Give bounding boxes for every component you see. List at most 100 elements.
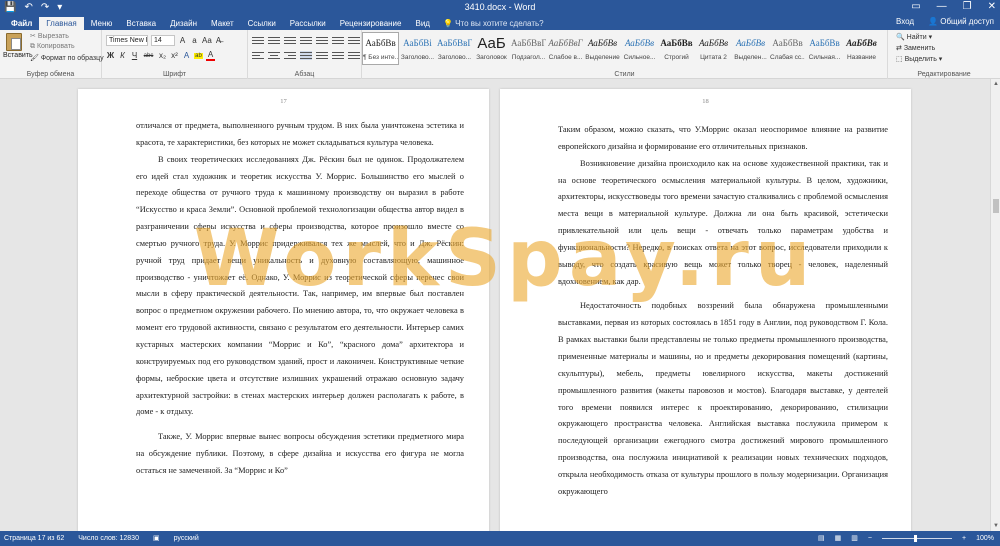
style-heading-2[interactable]: АаБбВвГ Заголово... xyxy=(436,32,473,65)
align-left-icon[interactable] xyxy=(252,51,264,60)
tab-design[interactable]: Дизайн xyxy=(163,17,204,30)
find-button[interactable]: 🔍 Найти ▾ xyxy=(896,33,932,41)
read-mode-icon[interactable]: ▤ xyxy=(818,531,825,546)
style-sample: АаБбВі xyxy=(403,38,432,48)
style-quote-2[interactable]: АаБбВв Цитата 2 xyxy=(695,32,732,65)
tab-home[interactable]: Главная xyxy=(39,17,84,30)
change-case-icon[interactable]: Aa xyxy=(202,36,212,45)
paragraph[interactable]: Недостаточность подобных воззрений была … xyxy=(558,298,888,500)
style-title[interactable]: АаБ Заголовок xyxy=(473,32,510,65)
paragraph[interactable]: Возникновение дизайна происходило как на… xyxy=(558,156,888,291)
paragraph[interactable]: Таким образом, можно сказать, что У.Морр… xyxy=(558,122,888,156)
document-area[interactable]: 17 отличался от предмета, выполненного р… xyxy=(0,79,1000,531)
language[interactable]: русский xyxy=(174,531,199,546)
zoom-slider[interactable] xyxy=(882,535,952,542)
tell-me-box[interactable]: 💡 Что вы хотите сделать? xyxy=(443,17,544,30)
page-text[interactable]: Таким образом, можно сказать, что У.Морр… xyxy=(558,122,888,501)
justify-icon[interactable] xyxy=(300,51,312,60)
style-subtitle[interactable]: АаБбВвГ Подзагол... xyxy=(510,32,547,65)
decrease-indent-icon[interactable] xyxy=(300,36,312,45)
pilcrow-icon[interactable] xyxy=(348,36,360,45)
ribbon-display-options-icon[interactable]: ▭ xyxy=(911,1,920,12)
style-intense-emphasis[interactable]: АаБбВв Сильное... xyxy=(621,32,658,65)
style-strong[interactable]: АаБбВв Строгий xyxy=(658,32,695,65)
grow-font-icon[interactable]: A xyxy=(178,36,187,45)
style-intense-reference[interactable]: АаБбВв Сильная... xyxy=(806,32,843,65)
italic-button[interactable]: К xyxy=(118,51,127,60)
replace-button[interactable]: ⇄ Заменить xyxy=(896,44,935,52)
style-heading-1[interactable]: АаБбВі Заголово... xyxy=(399,32,436,65)
style-intense-quote[interactable]: АаБбВв Выделен... xyxy=(732,32,769,65)
tab-menu[interactable]: Меню xyxy=(84,17,120,30)
scroll-down-icon[interactable]: ▼ xyxy=(991,521,1000,531)
paste-button[interactable]: Вставить xyxy=(3,33,33,59)
increase-indent-icon[interactable] xyxy=(316,36,328,45)
tab-file[interactable]: Файл xyxy=(4,17,40,30)
bullets-icon[interactable] xyxy=(252,36,264,45)
font-size-select[interactable]: 14 xyxy=(151,35,175,46)
style-sample: АаБ xyxy=(477,35,506,52)
scroll-thumb[interactable] xyxy=(993,199,999,213)
web-layout-icon[interactable]: ▥ xyxy=(851,531,858,546)
sign-in-link[interactable]: Вход xyxy=(896,17,914,26)
shrink-font-icon[interactable]: a xyxy=(190,36,199,45)
superscript-button[interactable]: x² xyxy=(170,51,179,60)
style-emphasis[interactable]: АаБбВв Выделение xyxy=(584,32,621,65)
tab-layout[interactable]: Макет xyxy=(204,17,241,30)
align-center-icon[interactable] xyxy=(268,51,280,60)
tab-mailings[interactable]: Рассылки xyxy=(283,17,333,30)
line-spacing-icon[interactable] xyxy=(316,51,328,60)
text-effects-button[interactable]: A xyxy=(182,51,191,60)
paragraph[interactable]: отличался от предмета, выполненного ручн… xyxy=(136,118,464,152)
word-count[interactable]: Число слов: 12830 xyxy=(78,531,139,546)
styles-group: АаБбВв ¶ Без инте... АаБбВі Заголово... Аа… xyxy=(362,30,888,79)
underline-button[interactable]: Ч xyxy=(130,51,139,60)
style-book-title[interactable]: АаБбВв Название xyxy=(843,32,880,65)
page-18[interactable]: 18 Таким образом, можно сказать, что У.М… xyxy=(500,89,911,531)
share-button[interactable]: 👤 Общий доступ xyxy=(928,17,994,26)
select-button[interactable]: ⬚ Выделить ▾ xyxy=(896,55,942,63)
paragraph-row-1 xyxy=(252,36,360,45)
multilevel-list-icon[interactable] xyxy=(284,36,296,45)
style-subtle-reference[interactable]: АаБбВв Слабая сс... xyxy=(769,32,806,65)
cut-button[interactable]: ✂ Вырезать xyxy=(30,32,69,40)
scroll-up-icon[interactable]: ▲ xyxy=(991,79,1000,89)
align-right-icon[interactable] xyxy=(284,51,296,60)
zoom-slider-knob[interactable] xyxy=(914,535,917,542)
format-painter-button[interactable]: 🖌 Формат по образцу xyxy=(30,54,104,62)
strikethrough-button[interactable]: abc xyxy=(142,53,155,59)
print-layout-icon[interactable]: ▦ xyxy=(835,531,842,546)
page-17[interactable]: 17 отличался от предмета, выполненного р… xyxy=(78,89,489,531)
tab-view[interactable]: Вид xyxy=(408,17,436,30)
vertical-scrollbar[interactable]: ▲ ▼ xyxy=(990,79,1000,531)
zoom-in-icon[interactable]: + xyxy=(962,531,966,546)
tab-references[interactable]: Ссылки xyxy=(241,17,283,30)
style-subtle-emphasis[interactable]: АаБбВвГ Слабое в... xyxy=(547,32,584,65)
style-no-spacing[interactable]: АаБбВв ¶ Без инте... xyxy=(362,32,399,65)
zoom-out-icon[interactable]: − xyxy=(868,531,872,546)
page-text[interactable]: отличался от предмета, выполненного ручн… xyxy=(136,118,464,480)
highlight-button[interactable]: ab xyxy=(194,52,203,59)
close-icon[interactable]: ✕ xyxy=(988,1,996,12)
font-family-select[interactable]: Times New F xyxy=(106,35,148,46)
subscript-button[interactable]: x₂ xyxy=(158,51,167,60)
proofing-icon[interactable]: ▣ xyxy=(153,531,160,546)
paragraph[interactable]: В своих теоретических исследованиях Дж. … xyxy=(136,152,464,422)
tab-review[interactable]: Рецензирование xyxy=(333,17,409,30)
borders-icon[interactable] xyxy=(348,51,360,60)
page-count[interactable]: Страница 17 из 62 xyxy=(4,531,64,546)
paragraph[interactable]: Также, У. Моррис впервые вынес вопросы о… xyxy=(136,429,464,480)
bold-button[interactable]: Ж xyxy=(106,51,115,60)
shading-icon[interactable] xyxy=(332,51,344,60)
numbering-icon[interactable] xyxy=(268,36,280,45)
clear-formatting-icon[interactable]: A̶ xyxy=(214,36,223,45)
window-title: 3410.docx - Word xyxy=(464,2,536,12)
style-name: Выделен... xyxy=(734,54,767,61)
sort-icon[interactable] xyxy=(332,36,344,45)
zoom-level[interactable]: 100% xyxy=(976,531,994,546)
tab-insert[interactable]: Вставка xyxy=(119,17,163,30)
copy-button[interactable]: ⧉ Копировать xyxy=(30,43,75,51)
restore-icon[interactable]: ❐ xyxy=(963,1,972,12)
minimize-icon[interactable]: — xyxy=(937,1,947,12)
font-color-button[interactable]: A xyxy=(206,50,215,61)
